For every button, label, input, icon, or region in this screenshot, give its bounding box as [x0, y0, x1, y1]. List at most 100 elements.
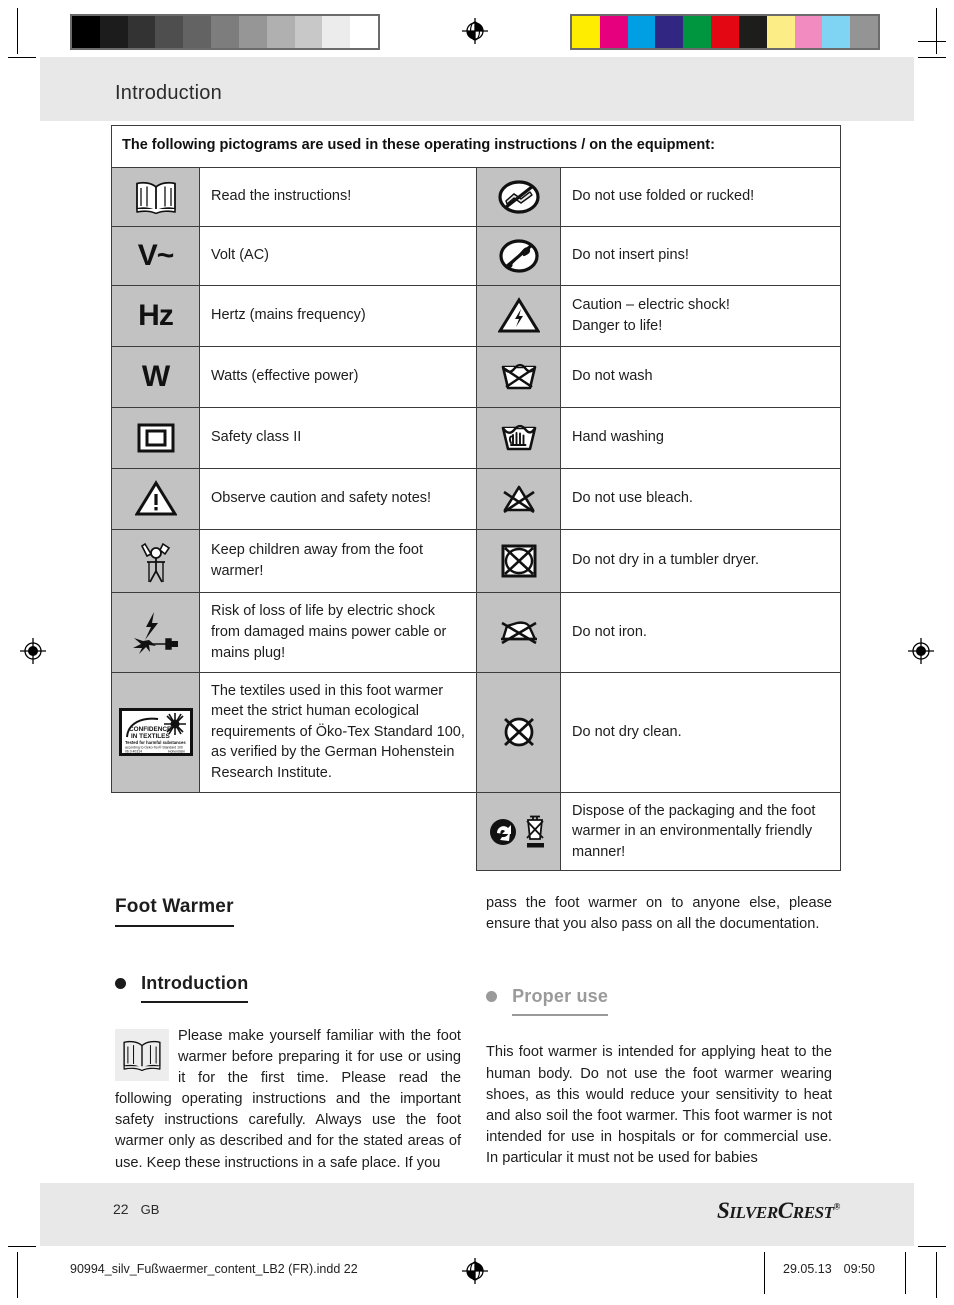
- brand-s: S: [717, 1198, 730, 1223]
- pictogram-table: The following pictograms are used in the…: [110, 125, 842, 872]
- table-row: Risk of loss of life by electric shock f…: [111, 591, 842, 673]
- row-label-line1: Caution – electric shock!: [572, 297, 730, 314]
- brand-ilver: ILVER: [729, 1203, 778, 1222]
- language-code: GB: [140, 1202, 160, 1217]
- calibration-swatch-10: [850, 16, 878, 48]
- row-label: Safety class II: [199, 406, 477, 469]
- calibration-swatch-5: [211, 16, 239, 48]
- calibration-swatch-4: [683, 16, 712, 48]
- left-column: Foot Warmer Introduction Please make you…: [115, 893, 461, 1174]
- proper-use-heading-row: Proper use: [486, 983, 832, 1017]
- brand-rest: REST: [792, 1203, 834, 1222]
- electric-shock-warning-icon: [476, 284, 561, 347]
- calibration-swatch-2: [127, 16, 156, 48]
- table-row: CONFIDENCE IN TEXTILES Tested for harmfu…: [111, 671, 842, 793]
- calibration-swatch-7: [266, 16, 295, 48]
- row-label: Hand washing: [559, 406, 842, 469]
- registration-mark-top: [462, 18, 488, 44]
- hand-washing-icon: [476, 406, 561, 469]
- safety-class-two-icon: [111, 406, 200, 469]
- do-not-insert-pins-icon: [476, 225, 561, 286]
- page-number-block: 22 GB: [113, 1201, 159, 1217]
- calibration-swatch-1: [599, 16, 628, 48]
- calibration-swatch-8: [294, 16, 323, 48]
- row-label: Do not wash: [559, 345, 842, 408]
- damaged-cable-shock-icon: [111, 591, 200, 673]
- row-label: Volt (AC): [199, 225, 477, 286]
- calibration-swatch-10: [350, 16, 378, 48]
- table-row: W Watts (effective power) Do not wash: [111, 345, 842, 408]
- row-label: The textiles used in this foot warmer me…: [199, 671, 477, 793]
- row-label: Keep children away from the foot warmer!: [199, 528, 477, 593]
- calibration-swatch-1: [99, 16, 128, 48]
- watt-symbol: W: [111, 345, 200, 408]
- crop-mark-bl-v: [17, 1252, 18, 1298]
- print-filename: 90994_silv_Fußwaermer_content_LB2 (FR).i…: [70, 1262, 358, 1276]
- crop-mark-tl-v: [17, 8, 18, 54]
- svg-text:Hohenstein: Hohenstein: [168, 750, 185, 754]
- crop-mark-tr-v: [936, 8, 937, 54]
- watt-glyph: W: [141, 359, 170, 393]
- registration-mark-left: [20, 638, 46, 664]
- print-time: 09:50: [843, 1262, 875, 1276]
- bullet-icon: [486, 991, 497, 1003]
- svg-text:IN TEXTILES: IN TEXTILES: [131, 733, 170, 740]
- table-heading-row: The following pictograms are used in the…: [110, 125, 842, 168]
- row-label: Do not use folded or rucked!: [559, 166, 842, 227]
- calibration-swatch-4: [183, 16, 212, 48]
- do-not-wash-icon: [476, 345, 561, 408]
- calibration-swatch-3: [655, 16, 684, 48]
- calibration-swatch-8: [794, 16, 823, 48]
- hertz-glyph: Hz: [138, 298, 174, 332]
- brand-logo: SILVERCREST®: [717, 1198, 840, 1224]
- calibration-swatch-9: [322, 16, 351, 48]
- row-label: Watts (effective power): [199, 345, 477, 408]
- row-label: Read the instructions!: [199, 166, 477, 227]
- row-label: Do not dry clean.: [559, 671, 842, 793]
- open-book-icon: [115, 1028, 169, 1081]
- oeko-tex-label-icon: CONFIDENCE IN TEXTILES Tested for harmfu…: [111, 671, 200, 793]
- do-not-use-folded-icon: [476, 166, 561, 227]
- crop-mark-bl-h: [8, 1246, 36, 1247]
- do-not-bleach-icon: [476, 467, 561, 530]
- calibration-swatch-6: [738, 16, 767, 48]
- crop-mark-tl-h: [8, 57, 36, 58]
- bullet-icon: [115, 977, 126, 989]
- keep-children-away-icon: [111, 528, 200, 593]
- svg-text:06.0.40314: 06.0.40314: [125, 750, 142, 754]
- crop-mark-br-v: [936, 1252, 937, 1298]
- product-title: Foot Warmer: [115, 893, 234, 927]
- color-calibration-bar: [570, 14, 880, 50]
- svg-text:CONFIDENCE: CONFIDENCE: [129, 726, 172, 733]
- row-label: Do not use bleach.: [559, 467, 842, 530]
- calibration-swatch-7: [766, 16, 795, 48]
- open-book-icon: [111, 166, 200, 227]
- calibration-swatch-2: [627, 16, 656, 48]
- volt-ac-glyph: V~: [137, 238, 175, 272]
- calibration-swatch-0: [572, 16, 600, 48]
- proper-use-heading: Proper use: [512, 983, 609, 1017]
- empty-cell: [111, 792, 200, 871]
- row-label: Do not dry in a tumbler dryer.: [559, 528, 842, 593]
- do-not-dry-clean-icon: [476, 671, 561, 793]
- calibration-swatch-3: [155, 16, 184, 48]
- row-label: Do not iron.: [559, 591, 842, 673]
- crop-mark-br-h: [918, 1246, 946, 1247]
- calibration-swatch-0: [72, 16, 100, 48]
- page-number: 22: [113, 1201, 129, 1217]
- table-row: Read the instructions! Do not use folded…: [111, 166, 842, 227]
- registration-mark-bottom: [462, 1258, 488, 1284]
- table-row: V~ Volt (AC) Do not insert pins!: [111, 225, 842, 286]
- row-label: Caution – electric shock! Danger to life…: [559, 284, 842, 347]
- row-label: Observe caution and safety notes!: [199, 467, 477, 530]
- crop-mark-tr-h2: [918, 41, 946, 42]
- crop-mark-tr-h: [918, 57, 946, 58]
- volt-ac-symbol: V~: [111, 225, 200, 286]
- table-row: Observe caution and safety notes! Do not…: [111, 467, 842, 530]
- row-label: Risk of loss of life by electric shock f…: [199, 591, 477, 673]
- table-heading: The following pictograms are used in the…: [110, 125, 842, 168]
- svg-text:Tested for harmful substances: Tested for harmful substances: [125, 740, 186, 745]
- grayscale-calibration-bar: [70, 14, 380, 50]
- row-label: Do not insert pins!: [559, 225, 842, 286]
- calibration-swatch-5: [711, 16, 739, 48]
